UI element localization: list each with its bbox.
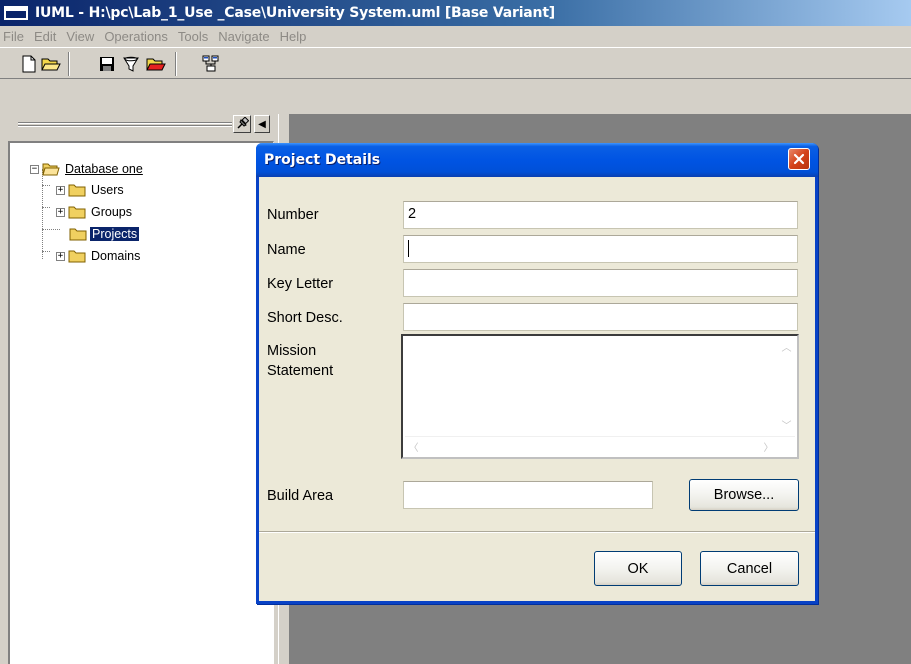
folder-icon [68, 250, 86, 263]
cancel-button[interactable]: Cancel [700, 551, 799, 586]
dialog-title: Project Details [264, 152, 381, 168]
short-desc-label: Short Desc. [267, 310, 343, 326]
folder-icon [68, 206, 86, 219]
tree-node-domains[interactable]: + Domains [56, 247, 142, 265]
menu-navigate[interactable]: Navigate [218, 29, 269, 44]
build-area-field[interactable] [403, 481, 653, 509]
window-title: IUML - H:\pc\Lab_1_Use _Case\University … [35, 5, 556, 21]
tree-node-users[interactable]: + Users [56, 181, 126, 199]
chevron-left-icon: 〈 [408, 443, 419, 454]
left-arrow-icon: ◀ [258, 118, 266, 130]
key-letter-field[interactable] [403, 269, 798, 297]
collapse-panel-button[interactable]: ◀ [254, 115, 270, 133]
save-button[interactable] [96, 53, 118, 75]
open-folder-icon [42, 163, 60, 176]
close-icon [793, 153, 805, 165]
scroll-up-button[interactable]: ︿ [778, 338, 795, 355]
diagram-button[interactable] [200, 53, 222, 75]
name-label: Name [267, 242, 306, 258]
new-file-button[interactable] [18, 53, 40, 75]
text-caret [408, 240, 409, 257]
filter-button[interactable] [120, 53, 142, 75]
number-value: 2 [408, 206, 417, 222]
menu-file[interactable]: File [3, 29, 24, 44]
chevron-right-icon: 〉 [763, 443, 774, 454]
open-button[interactable] [40, 53, 62, 75]
menu-help[interactable]: Help [280, 29, 307, 44]
diagram-icon [202, 55, 219, 72]
pin-button[interactable] [233, 115, 251, 133]
menu-operations[interactable]: Operations [104, 29, 168, 44]
menu-bar: File Edit View Operations Tools Navigate… [0, 26, 911, 47]
open-red-button[interactable] [145, 53, 167, 75]
ok-button[interactable]: OK [594, 551, 682, 586]
pin-icon [237, 117, 249, 129]
expand-icon[interactable]: + [56, 251, 65, 261]
project-details-dialog: Project Details Number 2 Name Key Letter… [256, 143, 818, 604]
expand-icon[interactable]: + [56, 207, 65, 217]
menu-view[interactable]: View [66, 29, 94, 44]
chevron-down-icon: ﹀ [781, 421, 792, 432]
folder-icon [68, 184, 86, 197]
tree-label[interactable]: Users [89, 183, 126, 197]
menu-edit[interactable]: Edit [34, 29, 56, 44]
scroll-left-button[interactable]: 〈 [405, 438, 422, 455]
tree-node-root[interactable]: − Database one [30, 160, 145, 178]
menu-tools[interactable]: Tools [178, 29, 208, 44]
dialog-title-bar[interactable]: Project Details [256, 143, 818, 177]
tree-node-groups[interactable]: + Groups [56, 203, 134, 221]
browse-button[interactable]: Browse... [689, 479, 799, 511]
tree-label-root[interactable]: Database one [63, 162, 145, 176]
save-icon [100, 57, 114, 71]
mission-label-line2: Statement [267, 363, 334, 379]
panel-grip[interactable] [18, 122, 232, 124]
tree-label-selected[interactable]: Projects [90, 227, 140, 241]
tree-node-projects[interactable]: Projects [69, 225, 140, 243]
app-title-bar[interactable]: IUML - H:\pc\Lab_1_Use _Case\University … [0, 0, 911, 26]
tree-label[interactable]: Groups [89, 205, 134, 219]
chevron-up-icon: ︿ [781, 343, 792, 354]
mission-label-line1: Mission [267, 343, 317, 359]
build-area-label: Build Area [267, 488, 334, 504]
collapse-icon[interactable]: − [30, 164, 39, 174]
app-icon [4, 6, 28, 20]
open-folder-icon [41, 58, 61, 71]
name-field[interactable] [403, 235, 798, 263]
toolbar [0, 47, 911, 79]
folder-icon [69, 228, 87, 241]
tree-view[interactable]: − Database one + Users + Groups Projects… [8, 141, 274, 664]
open-red-folder-icon [146, 58, 166, 71]
new-file-icon [22, 55, 36, 73]
filter-icon [123, 56, 139, 72]
tree-label[interactable]: Domains [89, 249, 142, 263]
dialog-divider [259, 531, 815, 533]
short-desc-field[interactable] [403, 303, 798, 331]
number-field[interactable]: 2 [403, 201, 798, 229]
panel-header: ◀ [0, 114, 278, 138]
expand-icon[interactable]: + [56, 185, 65, 195]
key-letter-label: Key Letter [267, 276, 334, 292]
close-button[interactable] [788, 148, 810, 170]
scroll-down-button[interactable]: ﹀ [778, 416, 795, 433]
number-label: Number [267, 207, 319, 223]
scroll-right-button[interactable]: 〉 [760, 438, 777, 455]
mission-statement-textarea[interactable]: ︿ ﹀ 〈 〉 [401, 334, 799, 459]
